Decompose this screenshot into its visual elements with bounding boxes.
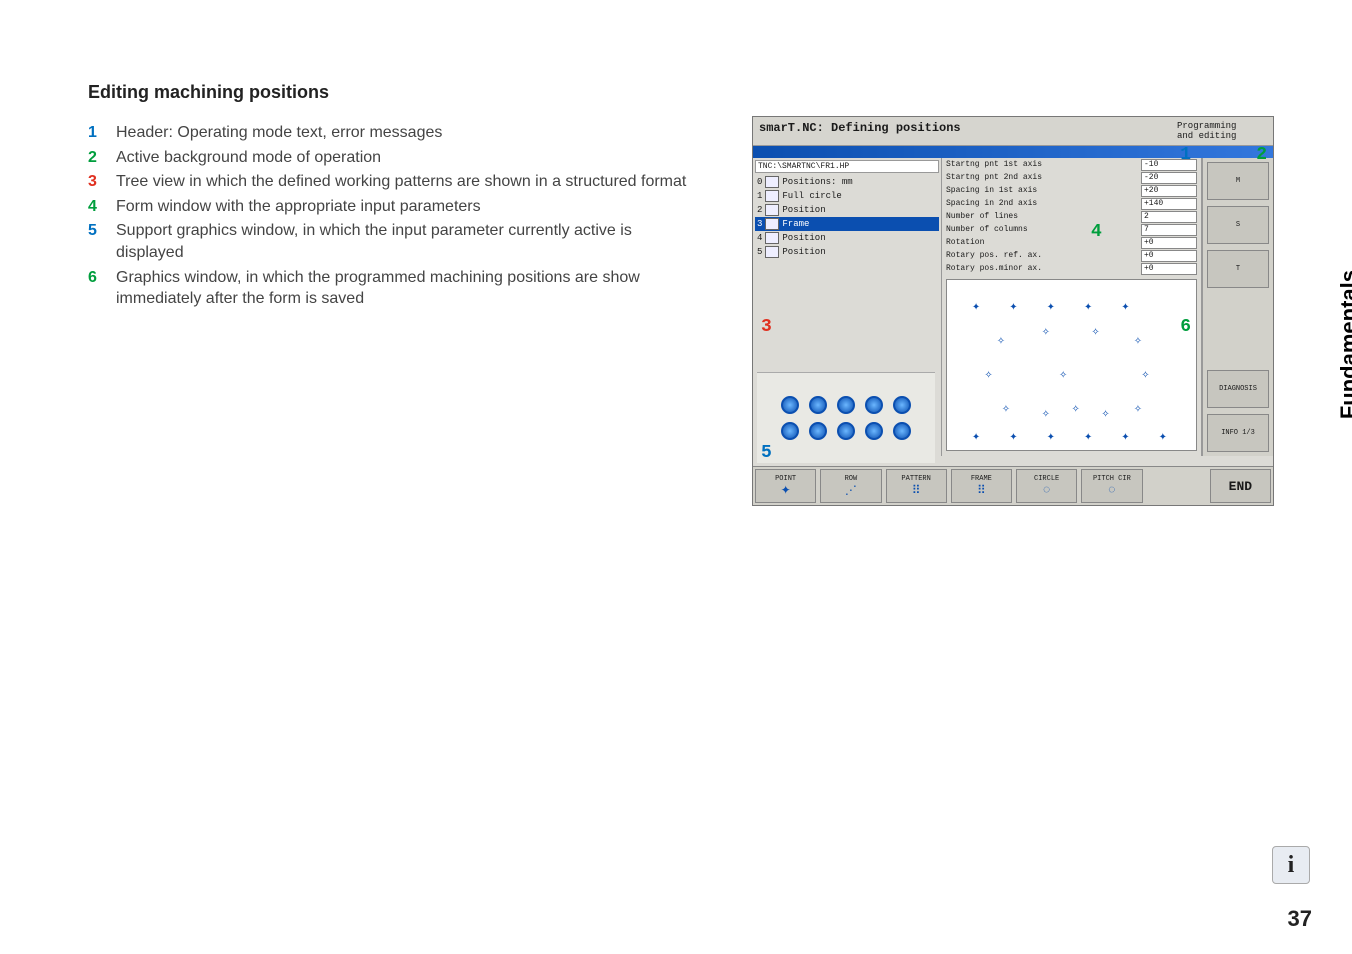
support-dot: [837, 396, 855, 414]
row-icon: ⋰: [845, 483, 857, 498]
rail-button-diagnosis[interactable]: DIAGNOSIS: [1207, 370, 1269, 408]
param-value[interactable]: 7: [1141, 224, 1197, 236]
param-label: Number of columns: [946, 225, 1141, 234]
graphics-window: ✦✦✦✦✦ ✧✧✧✧ ✧✧✧ ✧✧✧✧✧ ✦✦✦✦✦✦: [946, 279, 1197, 451]
right-rail: M S T DIAGNOSIS INFO 1/3: [1202, 158, 1273, 456]
list-number: 3: [88, 171, 116, 193]
circle-icon: ◌: [1043, 483, 1050, 497]
param-value[interactable]: +20: [1141, 185, 1197, 197]
list-number: 1: [88, 122, 116, 144]
point-icon: [765, 246, 779, 258]
softkey-row: POINT✦ ROW⋰ PATTERN⠿ FRAME⠿ CIRCLE◌ PITC…: [753, 466, 1273, 505]
form-window: Startng pnt 1st axis-10 Startng pnt 2nd …: [942, 158, 1202, 456]
side-chapter-label: Fundamentals: [1336, 270, 1352, 419]
param-value[interactable]: 2: [1141, 211, 1197, 223]
operating-mode-title: smarT.NC: Defining positions: [759, 121, 961, 141]
support-dot: [893, 422, 911, 440]
tree-item[interactable]: 2Position: [755, 203, 939, 217]
pitch-circle-icon: ◌: [1108, 483, 1115, 497]
support-dot: [809, 396, 827, 414]
support-graphics: [757, 372, 935, 463]
titlebar: smarT.NC: Defining positions Programming…: [753, 117, 1273, 146]
tree-item-selected[interactable]: 3Frame: [755, 217, 939, 231]
param-label: Spacing in 1st axis: [946, 186, 1141, 195]
list-item: 6Graphics window, in which the programme…: [88, 267, 688, 310]
param-value[interactable]: +0: [1141, 237, 1197, 249]
softkey-frame[interactable]: FRAME⠿: [951, 469, 1012, 503]
softkey-pitch-cir[interactable]: PITCH CIR◌: [1081, 469, 1142, 503]
list-item: 5Support graphics window, in which the i…: [88, 220, 688, 263]
info-icon: i: [1272, 846, 1310, 884]
list-number: 5: [88, 220, 116, 263]
softkey-circle[interactable]: CIRCLE◌: [1016, 469, 1077, 503]
list-number: 4: [88, 196, 116, 218]
tree-item[interactable]: 0Positions: mm: [755, 175, 939, 189]
list-item: 4Form window with the appropriate input …: [88, 196, 688, 218]
support-dot: [781, 396, 799, 414]
point-icon: [765, 204, 779, 216]
support-dot: [837, 422, 855, 440]
header-bar: [753, 146, 1273, 158]
param-value[interactable]: -20: [1141, 172, 1197, 184]
support-dot: [865, 422, 883, 440]
tree-path: TNC:\SMARTNC\FR1.HP: [755, 160, 939, 173]
list-text: Form window with the appropriate input p…: [116, 196, 688, 218]
support-dot: [809, 422, 827, 440]
softkey-blank: [1147, 469, 1206, 503]
pattern-icon: ⠿: [912, 483, 921, 498]
page-number: 37: [1288, 906, 1312, 932]
list-number: 2: [88, 147, 116, 169]
param-label: Spacing in 2nd axis: [946, 199, 1141, 208]
list-text: Header: Operating mode text, error messa…: [116, 122, 688, 144]
softkey-pattern[interactable]: PATTERN⠿: [886, 469, 947, 503]
screenshot-figure: smarT.NC: Defining positions Programming…: [752, 116, 1274, 506]
tree-item[interactable]: 1Full circle: [755, 189, 939, 203]
list-item: 1Header: Operating mode text, error mess…: [88, 122, 688, 144]
param-label: Rotation: [946, 238, 1141, 247]
param-value[interactable]: -10: [1141, 159, 1197, 171]
param-label: Rotary pos. ref. ax.: [946, 251, 1141, 260]
point-icon: [765, 232, 779, 244]
rail-button-s[interactable]: S: [1207, 206, 1269, 244]
tree-item[interactable]: 4Position: [755, 231, 939, 245]
softkey-end[interactable]: END: [1210, 469, 1271, 503]
param-label: Startng pnt 1st axis: [946, 160, 1141, 169]
param-value[interactable]: +140: [1141, 198, 1197, 210]
list-item: 3Tree view in which the defined working …: [88, 171, 688, 193]
numbered-list: 1Header: Operating mode text, error mess…: [88, 122, 688, 313]
list-item: 2Active background mode of operation: [88, 147, 688, 169]
support-dot: [865, 396, 883, 414]
param-label: Number of lines: [946, 212, 1141, 221]
list-text: Support graphics window, in which the in…: [116, 220, 688, 263]
frame-icon: [765, 218, 779, 230]
rail-button-m[interactable]: M: [1207, 162, 1269, 200]
circle-icon: [765, 190, 779, 202]
list-number: 6: [88, 267, 116, 310]
point-icon: ✦: [781, 483, 791, 498]
list-text: Graphics window, in which the programmed…: [116, 267, 688, 310]
param-label: Startng pnt 2nd axis: [946, 173, 1141, 182]
param-value[interactable]: +0: [1141, 250, 1197, 262]
rail-button-t[interactable]: T: [1207, 250, 1269, 288]
param-value[interactable]: +0: [1141, 263, 1197, 275]
list-text: Active background mode of operation: [116, 147, 688, 169]
support-dot: [781, 422, 799, 440]
background-mode: Programming and editing: [1177, 121, 1267, 141]
rail-button-info[interactable]: INFO 1/3: [1207, 414, 1269, 452]
tree-item[interactable]: 5Position: [755, 245, 939, 259]
support-dot: [893, 396, 911, 414]
positions-icon: [765, 176, 779, 188]
list-text: Tree view in which the defined working p…: [116, 171, 688, 193]
softkey-row-btn[interactable]: ROW⋰: [820, 469, 881, 503]
section-heading: Editing machining positions: [88, 82, 329, 103]
frame-icon: ⠿: [977, 483, 986, 498]
softkey-point[interactable]: POINT✦: [755, 469, 816, 503]
param-label: Rotary pos.minor ax.: [946, 264, 1141, 273]
